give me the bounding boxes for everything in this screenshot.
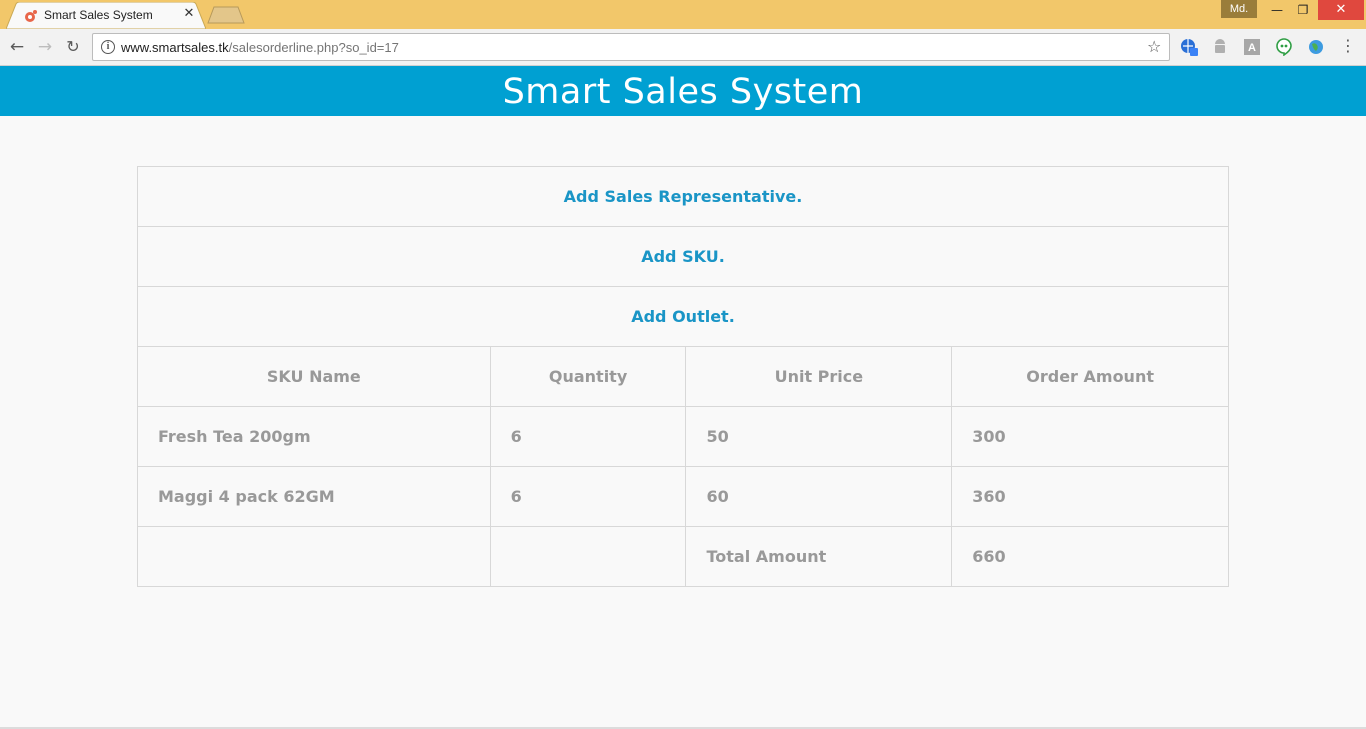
link-cell: Add SKU. [137, 226, 1229, 287]
table-row: Add Sales Representative. [137, 166, 1229, 227]
font-a-icon[interactable]: A [1243, 38, 1261, 56]
link-cell: Add Sales Representative. [137, 166, 1229, 227]
table-row: Add SKU. [137, 226, 1229, 287]
maximize-button[interactable]: ❐ [1290, 0, 1316, 20]
browser-tab-active[interactable]: Smart Sales System ✕ [6, 2, 206, 29]
quantity-cell: 6 [489, 406, 687, 467]
column-header-sku-name: SKU Name [137, 346, 491, 407]
order-amount-cell: 360 [951, 466, 1229, 527]
table-row: Add Outlet. [137, 286, 1229, 347]
table-header-row: SKU Name Quantity Unit Price Order Amoun… [137, 346, 1229, 407]
tab-close-icon[interactable]: ✕ [182, 7, 196, 21]
column-header-quantity: Quantity [489, 346, 687, 407]
browser-toolbar: ← → ↻ i www.smartsales.tk/salesorderline… [0, 29, 1366, 66]
site-info-icon[interactable]: i [101, 40, 115, 54]
total-row: Total Amount 660 [137, 526, 1229, 587]
back-arrow-icon[interactable]: ← [7, 37, 27, 57]
reload-icon[interactable]: ↻ [63, 37, 83, 57]
globe-translate-icon[interactable] [1180, 38, 1198, 56]
bookmark-star-icon[interactable]: ☆ [1147, 37, 1161, 56]
empty-cell [489, 526, 687, 587]
forward-arrow-icon[interactable]: → [35, 37, 55, 57]
column-header-unit-price: Unit Price [685, 346, 953, 407]
menu-kebab-icon[interactable]: ⋮ [1340, 35, 1356, 57]
order-amount-cell: 300 [951, 406, 1229, 467]
unit-price-cell: 60 [685, 466, 953, 527]
site-title: Smart Sales System [502, 72, 864, 112]
sku-name-cell: Maggi 4 pack 62GM [137, 466, 491, 527]
total-amount-label: Total Amount [685, 526, 953, 587]
table-row: Maggi 4 pack 62GM 6 60 360 [137, 466, 1229, 527]
sku-name-cell: Fresh Tea 200gm [137, 406, 491, 467]
unit-price-cell: 50 [685, 406, 953, 467]
new-tab-button[interactable] [206, 6, 246, 24]
hangouts-icon[interactable] [1275, 38, 1293, 56]
close-window-button[interactable]: ✕ [1318, 0, 1364, 20]
android-icon[interactable] [1211, 38, 1229, 56]
url-path: /salesorderline.php?so_id=17 [228, 40, 399, 55]
site-header: Smart Sales System [0, 66, 1366, 116]
url-host: www.smartsales.tk [121, 40, 229, 55]
site-favicon-icon [25, 10, 37, 22]
minimize-button[interactable]: — [1264, 0, 1290, 20]
url-text[interactable]: www.smartsales.tk/salesorderline.php?so_… [121, 40, 399, 55]
add-sku-link[interactable]: Add SKU. [641, 247, 725, 266]
quantity-cell: 6 [489, 466, 687, 527]
address-bar[interactable]: i www.smartsales.tk/salesorderline.php?s… [92, 33, 1170, 61]
tab-title: Smart Sales System [44, 8, 153, 22]
add-sales-representative-link[interactable]: Add Sales Representative. [564, 187, 803, 206]
add-outlet-link[interactable]: Add Outlet. [631, 307, 735, 326]
empty-cell [137, 526, 491, 587]
table-row: Fresh Tea 200gm 6 50 300 [137, 406, 1229, 467]
column-header-order-amount: Order Amount [951, 346, 1229, 407]
browser-title-bar: Smart Sales System ✕ Md. — ❐ ✕ [0, 0, 1366, 29]
total-amount-value: 660 [951, 526, 1229, 587]
link-cell: Add Outlet. [137, 286, 1229, 347]
earth-icon[interactable] [1307, 38, 1325, 56]
sales-order-table: Add Sales Representative. Add SKU. Add O… [137, 166, 1229, 587]
profile-button[interactable]: Md. [1221, 0, 1257, 18]
svg-text:A: A [1248, 42, 1256, 54]
